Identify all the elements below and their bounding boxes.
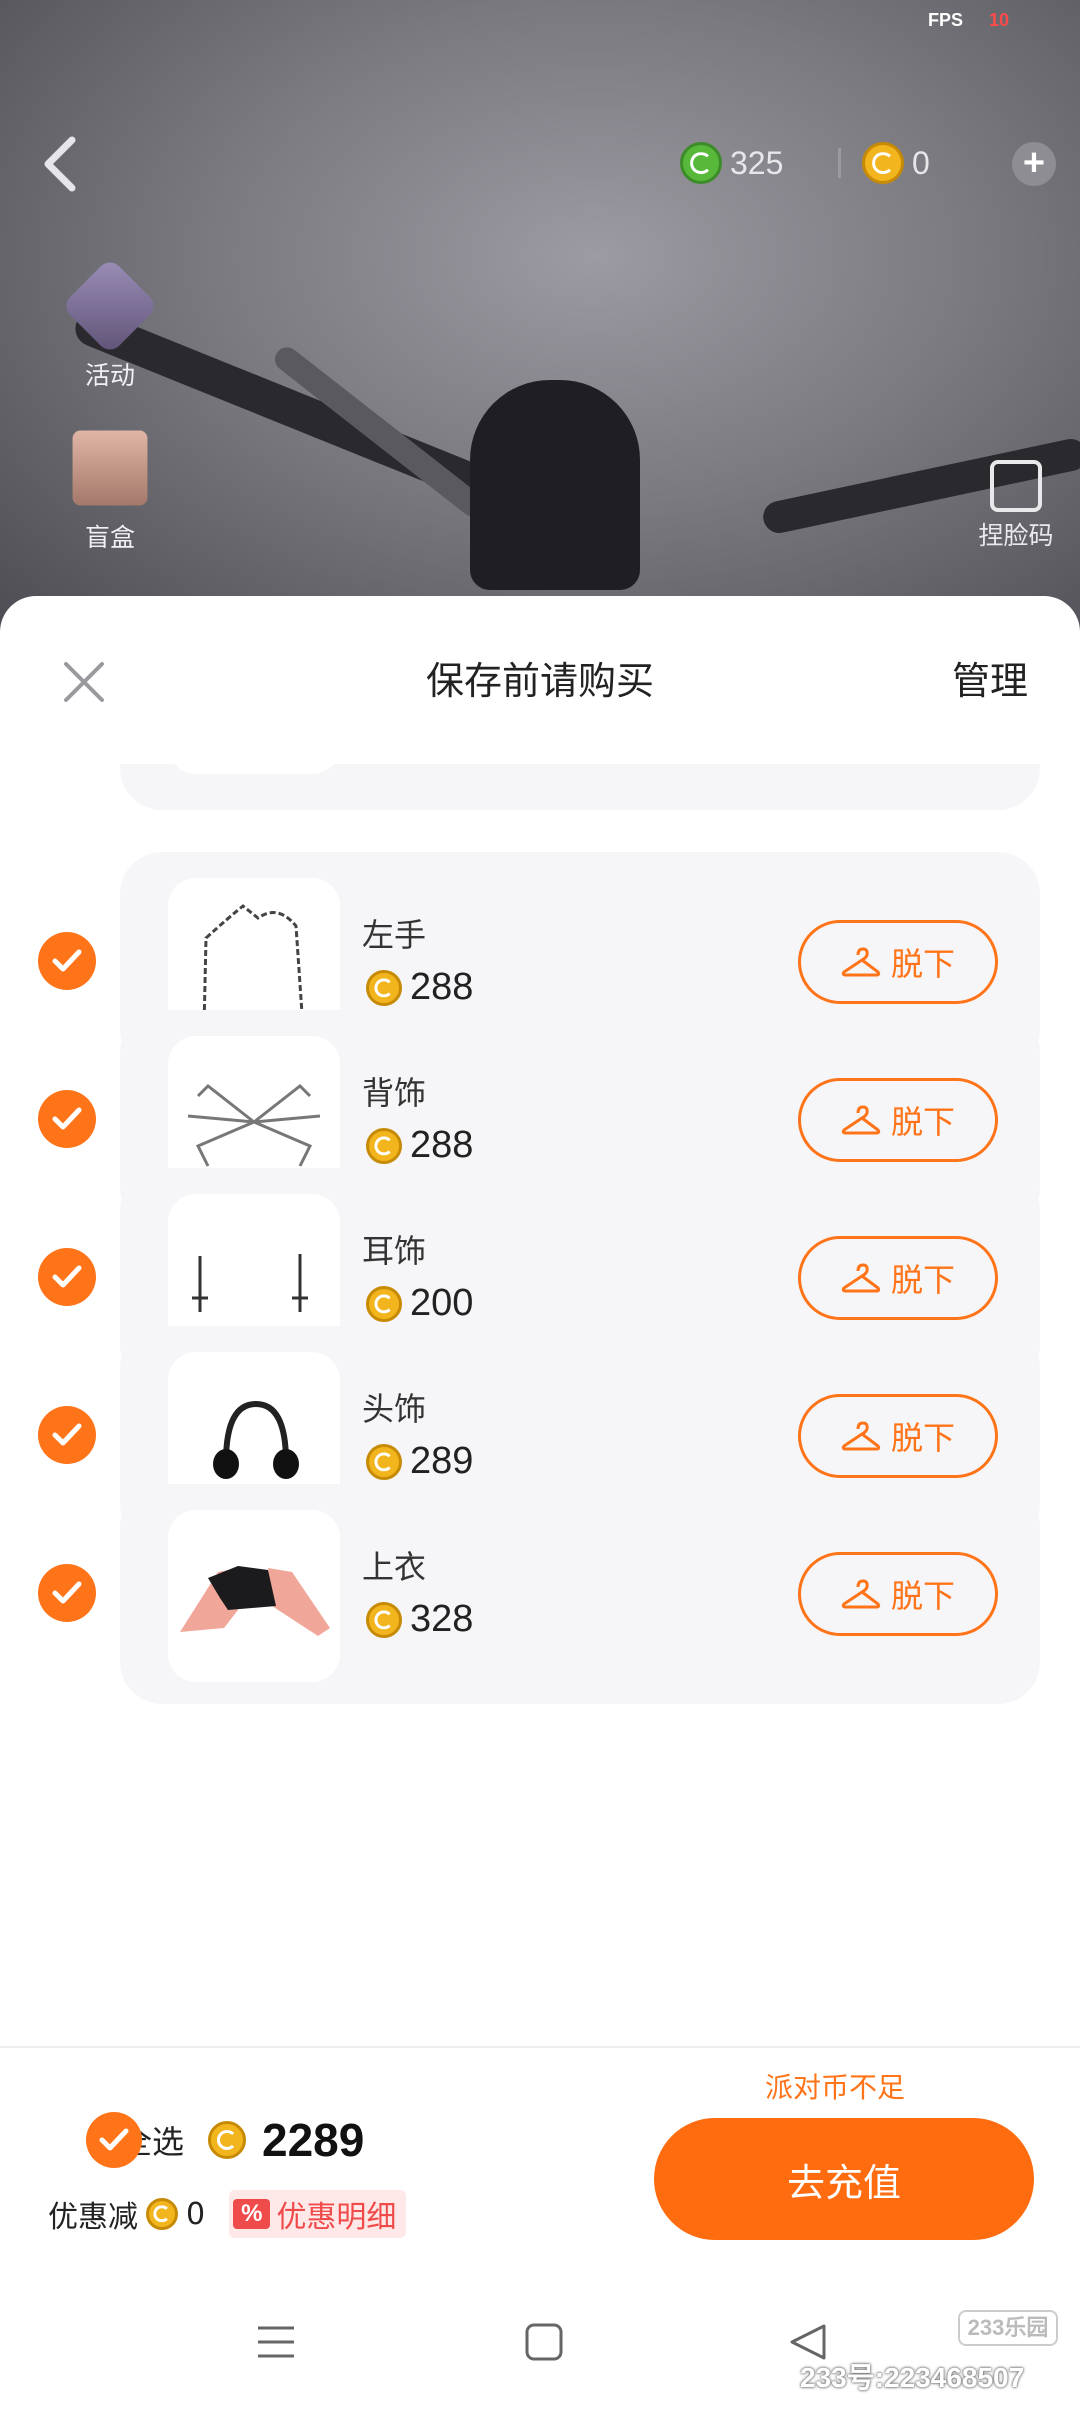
fps-counter: FPS 10 [928, 10, 1010, 30]
hanger-icon [841, 1421, 881, 1451]
star-icon [61, 257, 159, 355]
character-head [470, 380, 640, 590]
item-price: 200 [366, 1282, 473, 1325]
item-list[interactable]: 左手 288 脱下 背饰 288 脱下 耳饰 200 脱下 头饰 289 脱下 … [0, 764, 1080, 2046]
item-checkbox[interactable] [38, 1406, 96, 1464]
hanger-icon [841, 947, 881, 977]
gold-coin-icon [366, 1601, 402, 1638]
top-shirt-icon [180, 1566, 330, 1636]
take-off-button[interactable]: 脱下 [798, 1078, 998, 1162]
hanger-icon [841, 1263, 881, 1293]
gold-coin-balance: 0 [862, 138, 930, 188]
game-scene [0, 0, 1080, 640]
back-icon[interactable] [38, 134, 82, 194]
green-coin-icon [680, 142, 722, 184]
item-price: 289 [366, 1440, 473, 1483]
green-coin-balance: 325 [680, 138, 783, 188]
discount-value: 0 [186, 2196, 206, 2232]
discount-row: 优惠减 0 % 优惠明细 [48, 2190, 407, 2238]
item-thumbnail [168, 764, 340, 774]
item-checkbox[interactable] [38, 932, 96, 990]
hanger-icon [841, 1579, 881, 1609]
item-price: 288 [366, 966, 473, 1009]
item-checkbox[interactable] [38, 1248, 96, 1306]
gift-box-icon [72, 430, 148, 506]
gold-coin-icon [366, 1127, 402, 1164]
select-all-checkbox[interactable] [86, 2112, 142, 2168]
list-item: 上衣 328 脱下 [120, 1484, 1040, 1704]
take-off-button[interactable]: 脱下 [798, 1236, 998, 1320]
divider [838, 148, 841, 178]
blind-box-button[interactable]: 盲盒 [58, 420, 162, 554]
gold-coin-icon [208, 2121, 247, 2159]
add-coins-button[interactable]: + [1012, 142, 1056, 186]
sheet-title: 保存前请购买 [425, 659, 654, 703]
total-price: 2289 [262, 2114, 365, 2166]
discount-detail-button[interactable]: % 优惠明细 [229, 2190, 407, 2238]
item-price: 288 [366, 1124, 473, 1167]
recharge-button[interactable]: 去充值 [654, 2118, 1034, 2240]
activity-button[interactable]: 活动 [58, 257, 162, 392]
face-code-button[interactable]: 捏脸码 [962, 460, 1070, 552]
gold-coin-icon [366, 969, 402, 1006]
face-code-icon [990, 460, 1042, 512]
percent-icon: % [233, 2199, 271, 2229]
item-thumbnail [168, 1510, 340, 1682]
select-all-row: 全选 2289 [48, 2112, 364, 2168]
watermark-logo: 233乐园 [958, 2310, 1058, 2346]
insufficient-coins-label: 派对币不足 [765, 2071, 906, 2104]
watermark-text: 233号:223468507 [800, 2362, 1025, 2393]
gold-coin-icon [862, 142, 904, 184]
home-icon[interactable] [524, 2322, 564, 2362]
manage-button[interactable]: 管理 [952, 650, 1028, 705]
take-off-button[interactable]: 脱下 [798, 1394, 998, 1478]
gold-coin-icon [146, 2198, 178, 2230]
discount-label: 优惠减 [48, 2200, 138, 2235]
gold-coin-icon [366, 1443, 402, 1480]
gold-coin-icon [366, 1285, 402, 1322]
item-price: 328 [366, 1598, 473, 1641]
list-item [120, 764, 1040, 810]
hanger-icon [841, 1105, 881, 1135]
item-checkbox[interactable] [38, 1564, 96, 1622]
item-checkbox[interactable] [38, 1090, 96, 1148]
take-off-button[interactable]: 脱下 [798, 1552, 998, 1636]
menu-icon[interactable] [256, 2322, 296, 2362]
take-off-button[interactable]: 脱下 [798, 920, 998, 1004]
